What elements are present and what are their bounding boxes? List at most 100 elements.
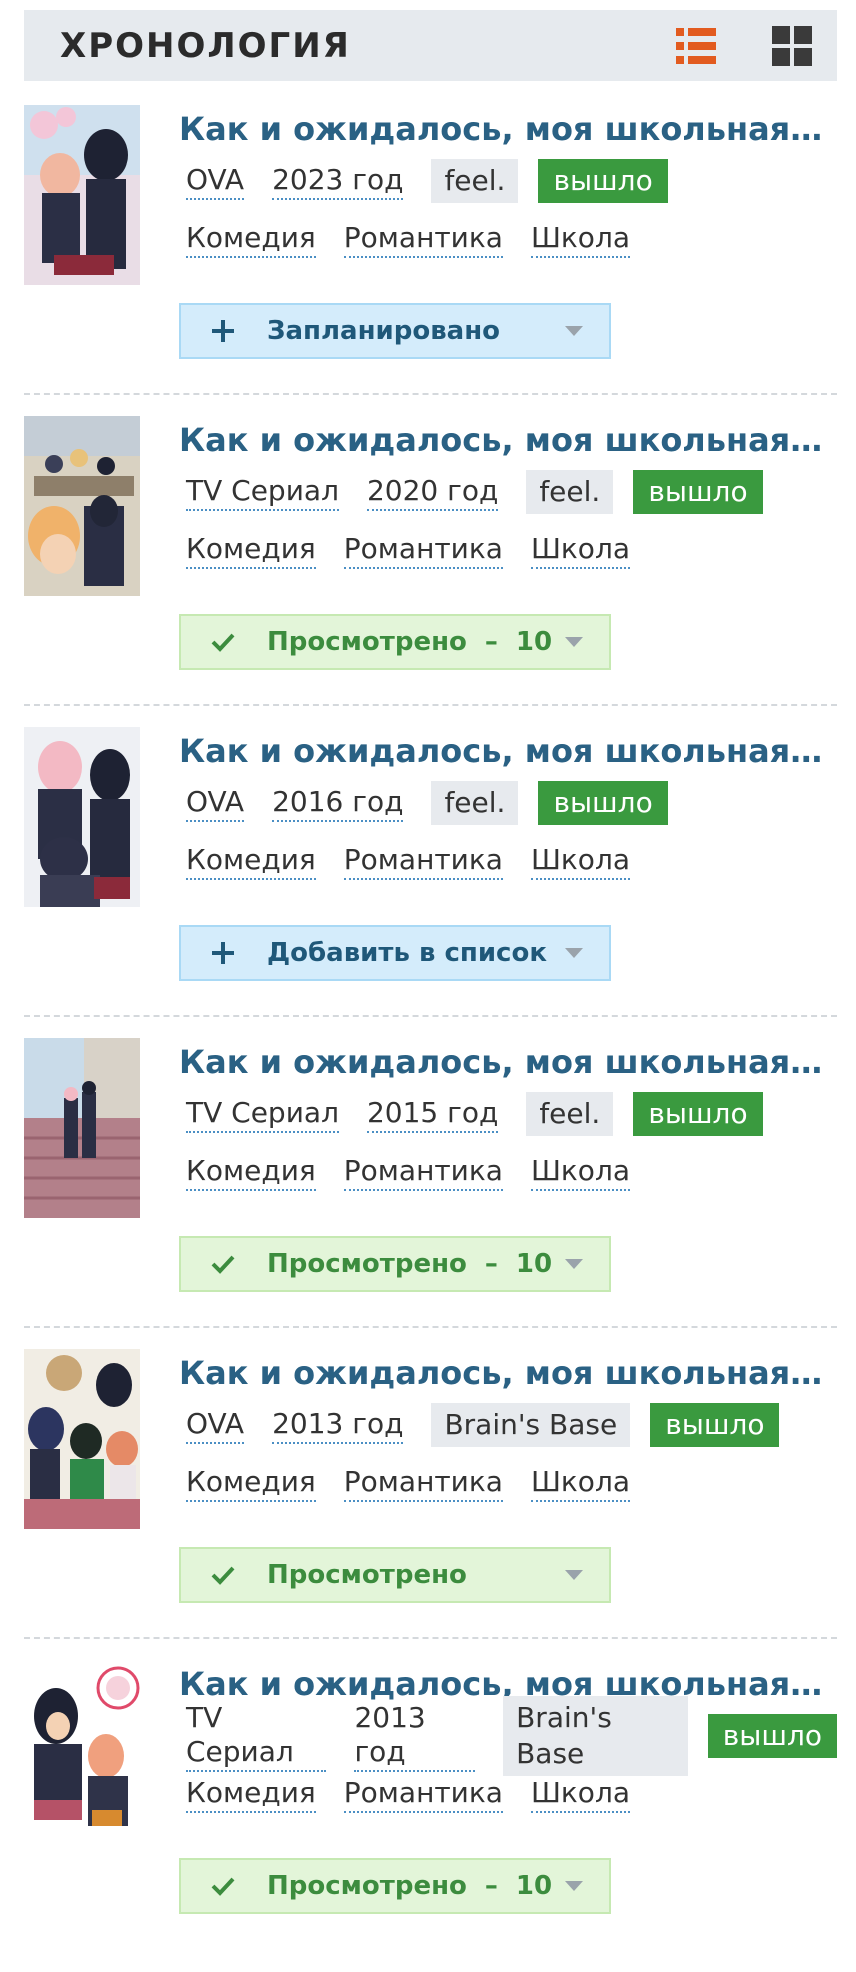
genre-link[interactable]: Школа xyxy=(530,532,630,569)
meta-row: OVA 2013 год Brain's Base вышло xyxy=(186,1401,780,1449)
status-badge: вышло xyxy=(633,470,763,514)
chevron-down-icon xyxy=(565,1259,583,1269)
anime-entry: Как и ожидалось, моя школьная романтичес… xyxy=(24,1660,838,1972)
entry-divider xyxy=(24,1015,837,1017)
check-icon xyxy=(209,1561,237,1589)
episode-count: 10 xyxy=(515,1871,553,1901)
genre-link[interactable]: Школа xyxy=(530,1465,630,1502)
poster-image[interactable] xyxy=(24,105,140,285)
list-status-button[interactable]: Просмотрено – 10 xyxy=(179,614,611,670)
entry-title[interactable]: Как и ожидалось, моя школьная романтичес… xyxy=(179,727,829,775)
genre-link[interactable]: Комедия xyxy=(186,1154,316,1191)
poster-image[interactable] xyxy=(24,1349,140,1529)
type-link[interactable]: OVA xyxy=(186,785,245,822)
list-status-button[interactable]: Просмотрено – 10 xyxy=(179,1236,611,1292)
check-icon xyxy=(209,1872,237,1900)
genre-row: Комедия Романтика Школа xyxy=(186,1148,658,1196)
entry-title[interactable]: Как и ожидалось, моя школьная романтичес… xyxy=(179,1349,829,1397)
year-link[interactable]: 2013 год xyxy=(354,1701,476,1772)
studio-badge[interactable]: feel. xyxy=(431,781,519,825)
status-badge: вышло xyxy=(707,1714,838,1758)
year-link[interactable]: 2016 год xyxy=(272,785,404,822)
type-link[interactable]: TV Сериал xyxy=(186,1096,339,1133)
check-icon xyxy=(209,628,237,656)
list-status-label: Добавить в список xyxy=(267,938,547,968)
chevron-down-icon xyxy=(565,637,583,647)
entry-divider xyxy=(24,393,837,395)
genre-row: Комедия Романтика Школа xyxy=(186,215,658,263)
genre-link[interactable]: Комедия xyxy=(186,221,316,258)
studio-badge[interactable]: feel. xyxy=(526,470,614,514)
genre-link[interactable]: Романтика xyxy=(343,532,503,569)
entry-title[interactable]: Как и ожидалось, моя школьная романтичес… xyxy=(179,416,829,464)
meta-row: OVA 2016 год feel. вышло xyxy=(186,779,668,827)
list-status-label: Просмотрено xyxy=(267,627,467,657)
anime-entry: Как и ожидалось, моя школьная романтичес… xyxy=(24,1038,837,1350)
entry-title[interactable]: Как и ожидалось, моя школьная романтичес… xyxy=(179,1038,829,1086)
type-link[interactable]: TV Сериал xyxy=(186,1701,327,1772)
year-link[interactable]: 2023 год xyxy=(272,163,404,200)
genre-link[interactable]: Романтика xyxy=(343,1776,503,1813)
genre-link[interactable]: Романтика xyxy=(343,221,503,258)
anime-entry: Как и ожидалось, моя школьная романтичес… xyxy=(24,105,837,417)
genre-link[interactable]: Комедия xyxy=(186,1465,316,1502)
meta-row: TV Сериал 2013 год Brain's Base вышло xyxy=(186,1696,838,1776)
list-status-separator: – xyxy=(484,627,498,657)
genre-link[interactable]: Школа xyxy=(530,843,630,880)
anime-entry: Как и ожидалось, моя школьная романтичес… xyxy=(24,1349,837,1661)
genre-link[interactable]: Школа xyxy=(530,1154,630,1191)
list-status-button[interactable]: Просмотрено – 10 xyxy=(179,1858,611,1914)
genre-link[interactable]: Комедия xyxy=(186,1776,316,1813)
list-status-label: Просмотрено xyxy=(267,1560,467,1590)
genre-link[interactable]: Романтика xyxy=(343,1154,503,1191)
genre-row: Комедия Романтика Школа xyxy=(186,526,658,574)
list-status-separator: – xyxy=(484,1871,498,1901)
list-view-icon[interactable] xyxy=(674,24,718,68)
meta-row: OVA 2023 год feel. вышло xyxy=(186,157,668,205)
entry-divider xyxy=(24,704,837,706)
list-status-label: Просмотрено xyxy=(267,1249,467,1279)
list-status-button[interactable]: Запланировано xyxy=(179,303,611,359)
list-status-separator: – xyxy=(484,1249,498,1279)
genre-link[interactable]: Романтика xyxy=(343,1465,503,1502)
meta-row: TV Сериал 2015 год feel. вышло xyxy=(186,1090,763,1138)
genre-row: Комедия Романтика Школа xyxy=(186,837,658,885)
list-status-button[interactable]: Просмотрено xyxy=(179,1547,611,1603)
studio-badge[interactable]: feel. xyxy=(431,159,519,203)
studio-badge[interactable]: feel. xyxy=(526,1092,614,1136)
anime-entry: Как и ожидалось, моя школьная романтичес… xyxy=(24,416,837,728)
poster-image[interactable] xyxy=(24,416,140,596)
type-link[interactable]: OVA xyxy=(186,163,245,200)
poster-image[interactable] xyxy=(24,727,140,907)
list-status-button[interactable]: Добавить в список xyxy=(179,925,611,981)
poster-image[interactable] xyxy=(24,1038,140,1218)
year-link[interactable]: 2020 год xyxy=(366,474,499,511)
grid-view-icon[interactable] xyxy=(770,24,814,68)
status-badge: вышло xyxy=(650,1403,780,1447)
genre-row: Комедия Романтика Школа xyxy=(186,1459,658,1507)
meta-row: TV Сериал 2020 год feel. вышло xyxy=(186,468,763,516)
status-badge: вышло xyxy=(538,781,668,825)
check-icon xyxy=(209,1250,237,1278)
type-link[interactable]: OVA xyxy=(186,1407,245,1444)
plus-icon xyxy=(209,939,237,967)
entry-divider xyxy=(24,1326,837,1328)
anime-entry: Как и ожидалось, моя школьная романтичес… xyxy=(24,727,837,1039)
chevron-down-icon xyxy=(565,948,583,958)
genre-link[interactable]: Школа xyxy=(530,221,630,258)
chronology-header: ХРОНОЛОГИЯ xyxy=(24,10,837,81)
status-badge: вышло xyxy=(538,159,668,203)
year-link[interactable]: 2013 год xyxy=(272,1407,404,1444)
studio-badge[interactable]: Brain's Base xyxy=(503,1696,688,1776)
genre-link[interactable]: Комедия xyxy=(186,843,316,880)
genre-row: Комедия Романтика Школа xyxy=(186,1770,658,1818)
poster-image[interactable] xyxy=(24,1660,140,1840)
genre-link[interactable]: Школа xyxy=(530,1776,630,1813)
genre-link[interactable]: Романтика xyxy=(343,843,503,880)
genre-link[interactable]: Комедия xyxy=(186,532,316,569)
episode-count: 10 xyxy=(515,1249,553,1279)
year-link[interactable]: 2015 год xyxy=(366,1096,499,1133)
studio-badge[interactable]: Brain's Base xyxy=(431,1403,631,1447)
entry-title[interactable]: Как и ожидалось, моя школьная романтичес… xyxy=(179,105,829,153)
type-link[interactable]: TV Сериал xyxy=(186,474,339,511)
